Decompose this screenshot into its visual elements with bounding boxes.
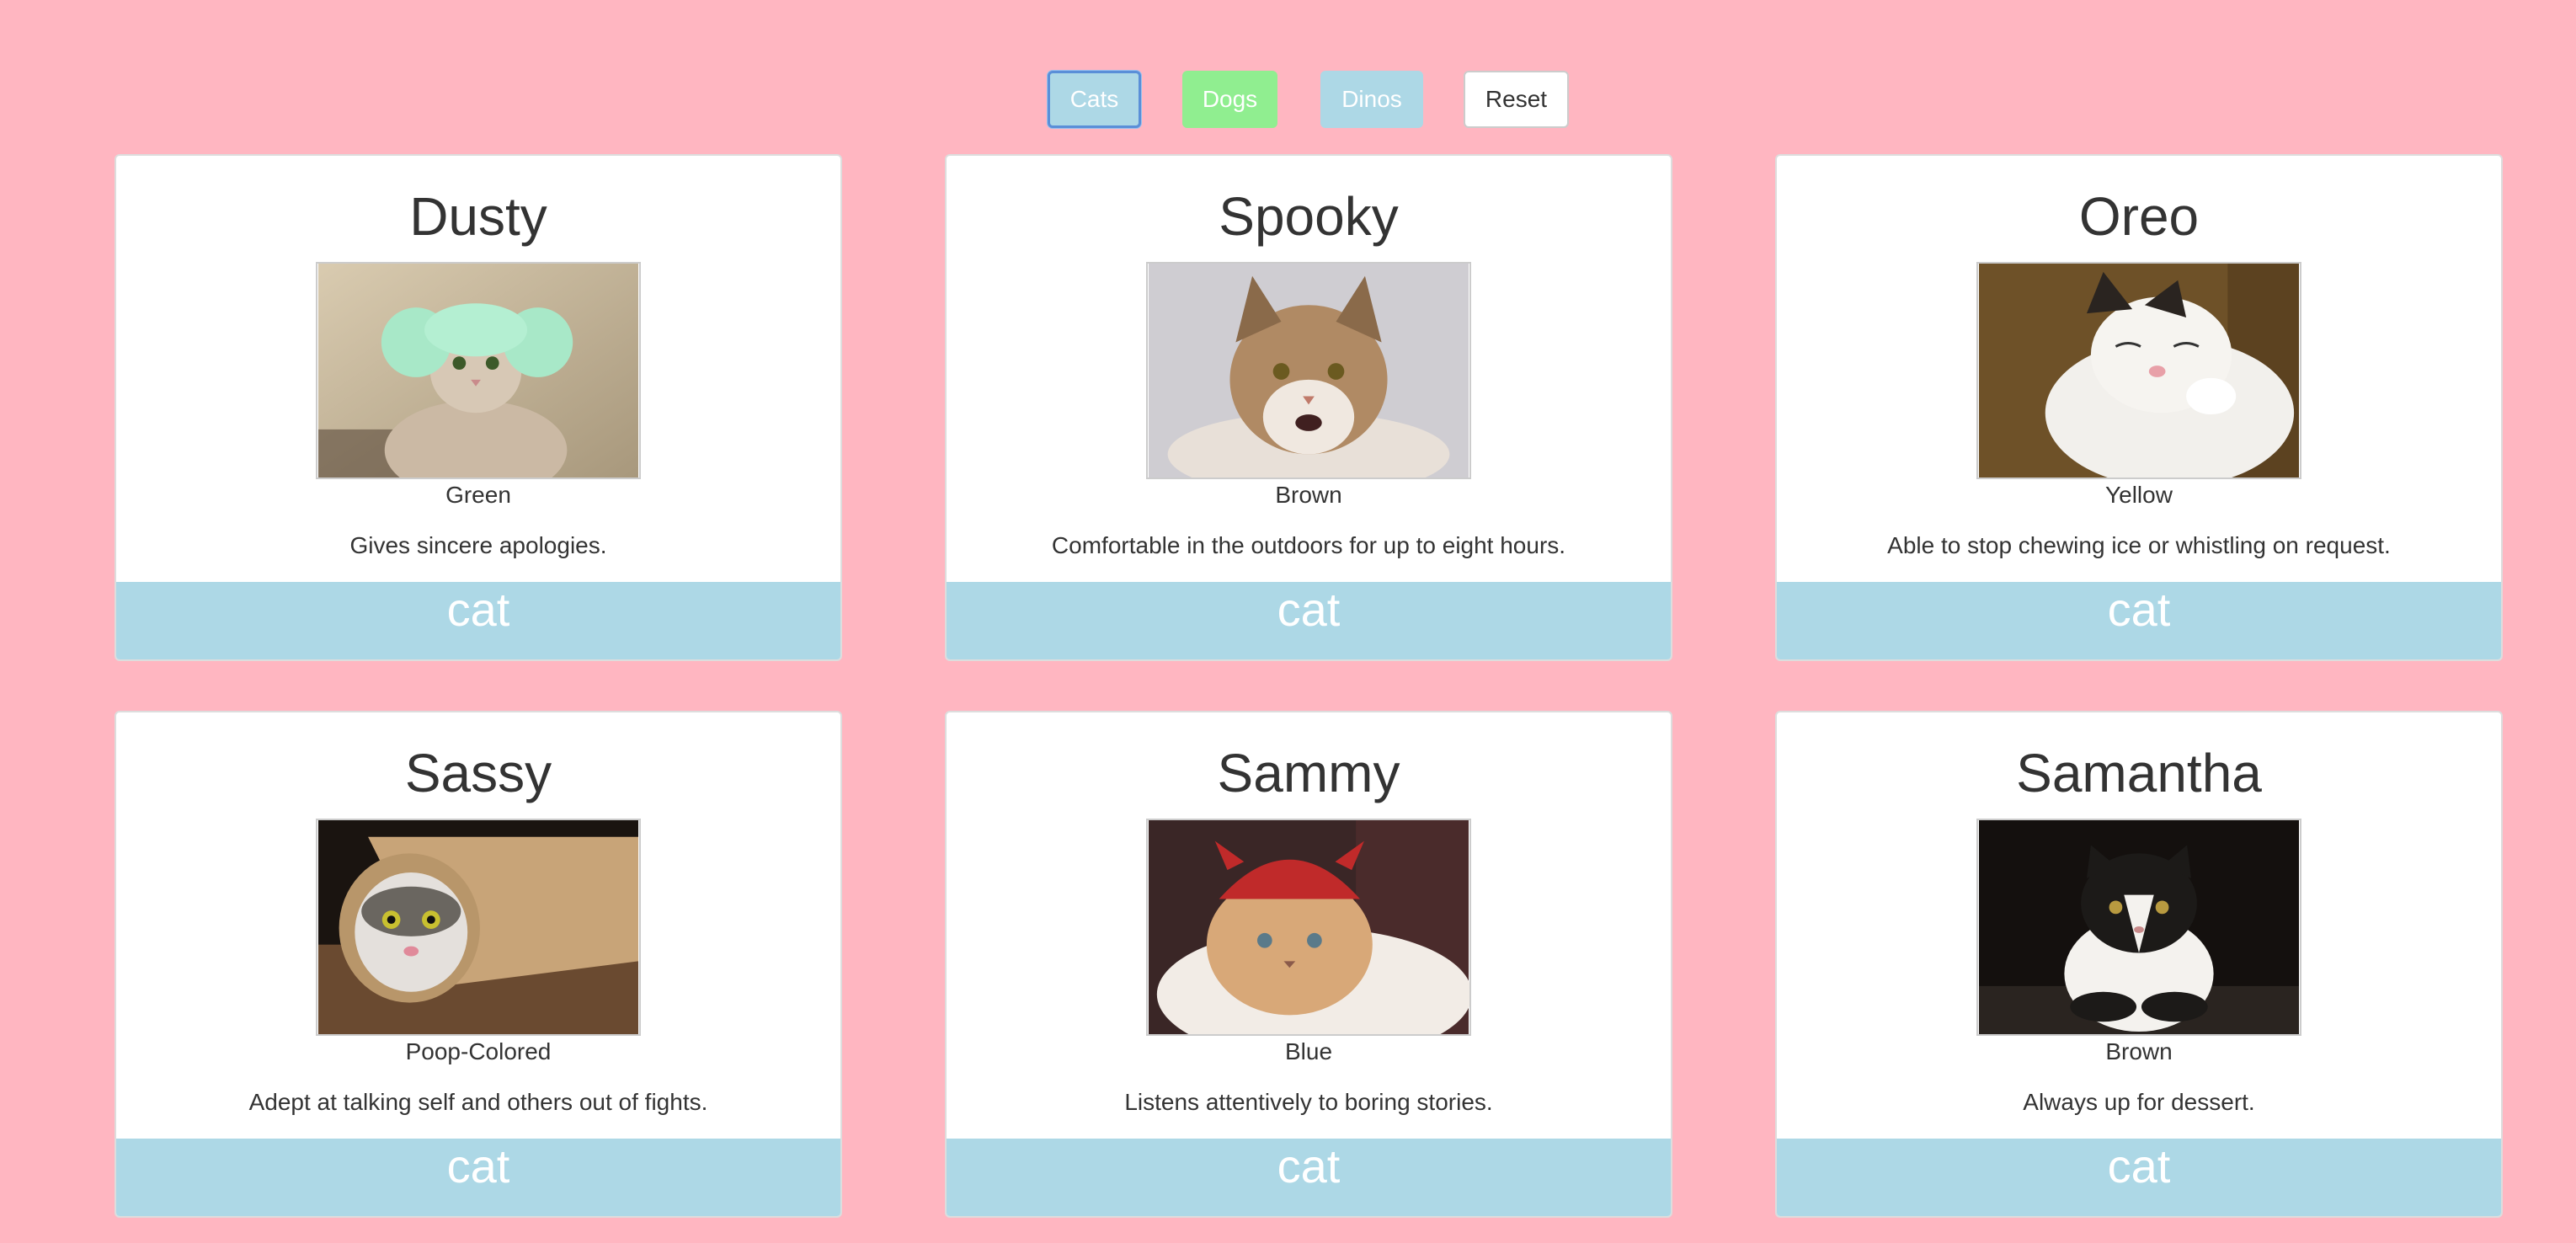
pet-card: Sammy Blue Listens attentively to boring… xyxy=(945,711,1672,1218)
pet-description: Always up for dessert. xyxy=(2023,1089,2255,1115)
pet-color: Brown xyxy=(1275,482,1342,508)
pet-type-footer: cat xyxy=(116,582,840,659)
pet-description: Listens attentively to boring stories. xyxy=(1124,1089,1493,1115)
pet-card: Dusty Green Gives sincere apologies. cat xyxy=(115,154,842,661)
pet-color: Poop-Colored xyxy=(405,1038,552,1064)
sleepy-white-cat-photo xyxy=(1978,264,2300,477)
pet-color: Yellow xyxy=(2105,482,2173,508)
pet-name: Oreo xyxy=(2078,186,2200,247)
maine-coon-cat-photo xyxy=(1148,264,1469,477)
cat-in-green-knit-hat-photo xyxy=(317,264,639,477)
black-and-white-cat-photo xyxy=(1978,820,2300,1034)
cats-filter-button[interactable]: Cats xyxy=(1048,71,1141,128)
pet-photo xyxy=(1976,819,2301,1036)
pet-name: Samantha xyxy=(2016,743,2262,803)
pet-type-footer: cat xyxy=(947,582,1671,659)
pet-name: Dusty xyxy=(409,186,547,247)
pet-photo xyxy=(1976,262,2301,479)
pet-card: Sassy Poop-Colored Adept at talking self… xyxy=(115,711,842,1218)
pet-description: Adept at talking self and others out of … xyxy=(248,1089,708,1115)
cat-in-paper-tube-photo xyxy=(317,820,639,1034)
filter-bar: Cats Dogs Dinos Reset xyxy=(0,71,2576,128)
pet-card: Spooky Brown Comfortable in the outdoors… xyxy=(945,154,1672,661)
pet-name: Sammy xyxy=(1217,743,1400,803)
pet-photo xyxy=(316,819,641,1036)
pet-color: Green xyxy=(445,482,511,508)
pet-color: Brown xyxy=(2105,1038,2173,1064)
pet-photo xyxy=(1146,819,1471,1036)
pet-type-footer: cat xyxy=(116,1139,840,1216)
pet-name: Spooky xyxy=(1219,186,1399,247)
pet-photo xyxy=(316,262,641,479)
pet-card: Oreo Yellow Able to stop chewing ice or … xyxy=(1775,154,2503,661)
pet-photo xyxy=(1146,262,1471,479)
reset-button[interactable]: Reset xyxy=(1464,71,1569,128)
pet-description: Gives sincere apologies. xyxy=(349,532,607,558)
pet-type-footer: cat xyxy=(947,1139,1671,1216)
pet-color: Blue xyxy=(1284,1038,1333,1064)
dinos-filter-button[interactable]: Dinos xyxy=(1320,71,1423,128)
pet-description: Able to stop chewing ice or whistling on… xyxy=(1887,532,2391,558)
pet-name: Sassy xyxy=(404,743,552,803)
pet-type-footer: cat xyxy=(1777,582,2501,659)
pet-type-footer: cat xyxy=(1777,1139,2501,1216)
pet-card: Samantha Brown Always up for dessert. ca… xyxy=(1775,711,2503,1218)
cat-in-red-devil-hat-photo xyxy=(1148,820,1469,1034)
pet-description: Comfortable in the outdoors for up to ei… xyxy=(1051,532,1566,558)
dogs-filter-button[interactable]: Dogs xyxy=(1182,71,1277,128)
